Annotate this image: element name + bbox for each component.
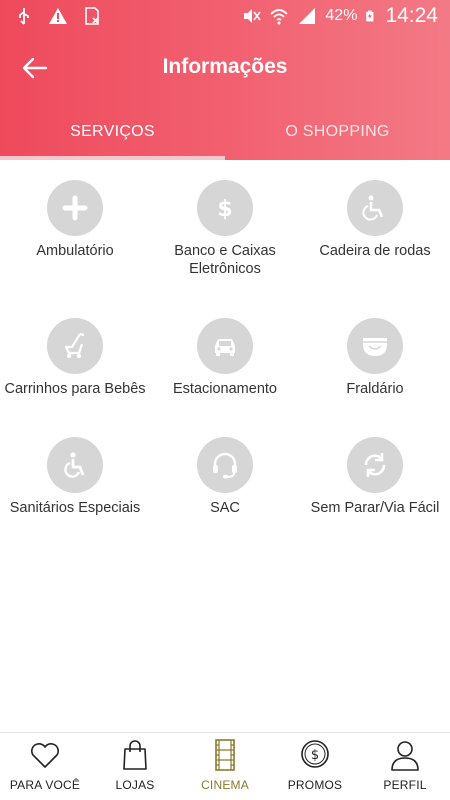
nav-cinema[interactable]: CINEMA [180, 733, 270, 800]
tab-servicos[interactable]: SERVIÇOS [0, 103, 225, 160]
tab-bar: SERVIÇOS O SHOPPING [0, 103, 450, 160]
shopping-bag-icon [123, 740, 147, 770]
service-label: Carrinhos para Bebês [4, 381, 146, 397]
tab-o-shopping[interactable]: O SHOPPING [225, 103, 450, 160]
nav-label: CINEMA [201, 778, 249, 792]
nav-label: LOJAS [115, 778, 155, 792]
svg-text:$: $ [217, 197, 232, 222]
svg-text:$: $ [311, 748, 319, 763]
nav-lojas[interactable]: LOJAS [90, 733, 180, 800]
service-cadeira-de-rodas[interactable]: Cadeira de rodas [300, 180, 450, 260]
top-app-bar: Informações [0, 33, 450, 103]
nav-label: PROMOS [287, 778, 343, 792]
service-label: Sanitários Especiais [9, 500, 141, 516]
service-label: Banco e Caixas Eletrônicos [174, 243, 276, 277]
signal-icon [299, 8, 316, 24]
mute-icon [244, 9, 262, 23]
battery-percent: 42% [325, 7, 358, 24]
nav-para-voce[interactable]: PARA VOCÊ [0, 733, 90, 800]
service-sac[interactable]: SAC [150, 437, 300, 517]
service-sanitarios[interactable]: Sanitários Especiais [0, 437, 150, 517]
plus-icon [47, 180, 103, 236]
dollar-icon: $ [197, 180, 253, 236]
headset-icon [197, 437, 253, 493]
diaper-icon [347, 318, 403, 374]
battery-charging-icon [366, 10, 374, 22]
service-fraldario[interactable]: Fraldário [300, 318, 450, 398]
nav-promos[interactable]: $ PROMOS [270, 733, 360, 800]
wheelchair-icon [347, 180, 403, 236]
service-label: Sem Parar/Via Fácil [310, 500, 440, 516]
stroller-icon [47, 318, 103, 374]
sync-icon [347, 437, 403, 493]
user-icon [391, 741, 419, 771]
accessible-icon [47, 437, 103, 493]
service-label: Ambulatório [36, 243, 114, 259]
service-estacionamento[interactable]: Estacionamento [150, 318, 300, 398]
service-label: Cadeira de rodas [319, 243, 431, 259]
service-sem-parar[interactable]: Sem Parar/Via Fácil [300, 437, 450, 517]
sim-icon [85, 7, 99, 25]
service-banco[interactable]: $ Banco e Caixas Eletrônicos [150, 180, 300, 278]
clock: 14:24 [385, 4, 438, 27]
warning-icon [49, 8, 67, 24]
wifi-icon [270, 9, 289, 25]
status-bar: 42% 14:24 [0, 0, 450, 33]
car-icon [197, 318, 253, 374]
service-ambulatorio[interactable]: Ambulatório [0, 180, 150, 260]
heart-icon [30, 743, 60, 768]
tab-indicator [0, 156, 225, 160]
service-label: SAC [210, 500, 240, 516]
usb-icon [19, 8, 29, 25]
nav-label: PERFIL [383, 778, 427, 792]
service-label: Estacionamento [173, 381, 277, 397]
nav-perfil[interactable]: PERFIL [360, 733, 450, 800]
page-title: Informações [162, 55, 288, 78]
service-carrinhos[interactable]: Carrinhos para Bebês [0, 318, 150, 398]
bottom-navigation: PARA VOCÊ LOJAS CINEMA $ PROMOS PERFIL [0, 732, 450, 800]
nav-label: PARA VOCÊ [9, 778, 81, 792]
header: 42% 14:24 Informações SERVIÇOS O SHOPPIN… [0, 0, 450, 160]
coin-icon: $ [301, 740, 329, 768]
film-icon [215, 739, 235, 771]
service-label: Fraldário [346, 381, 404, 397]
